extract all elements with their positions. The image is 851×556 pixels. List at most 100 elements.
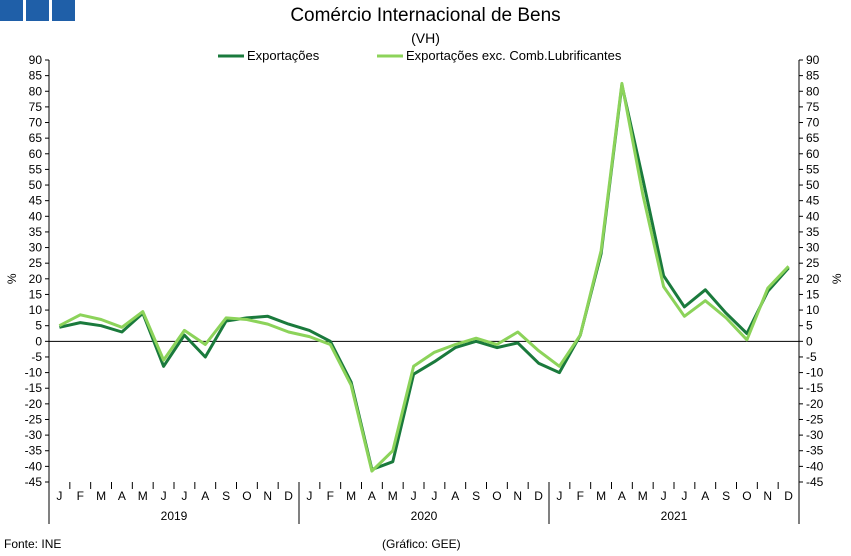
y-axis-label-left: % bbox=[5, 273, 19, 284]
chart-svg: 90 9085 8580 8075 7570 7065 6560 6055 5550 5045 45… bbox=[5, 48, 844, 524]
y-tick-label-right: 60 bbox=[806, 147, 820, 161]
y-tick-label-left: 90 bbox=[29, 53, 43, 67]
y-tick-label-left: 50 bbox=[29, 178, 43, 192]
y-tick-label-left: 75 bbox=[29, 100, 43, 114]
x-tick-label: M bbox=[96, 489, 106, 503]
y-tick-label-right: 85 bbox=[806, 69, 820, 83]
y-axis-label-right: % bbox=[830, 273, 844, 284]
y-tick-label-right: -40 bbox=[806, 459, 824, 473]
x-tick-label: A bbox=[201, 489, 209, 503]
x-tick-label: J bbox=[181, 489, 187, 503]
y-tick-label-right: -45 bbox=[806, 475, 824, 489]
y-tick-label-left: -5 bbox=[31, 350, 42, 364]
y-tick-label-left: 70 bbox=[29, 116, 43, 130]
year-label: 2019 bbox=[161, 509, 188, 523]
y-tick-label-right: 35 bbox=[806, 225, 820, 239]
y-tick-label-left: 40 bbox=[29, 209, 43, 223]
y-tick-label-left: -40 bbox=[25, 459, 43, 473]
y-tick-label-right: 90 bbox=[806, 53, 820, 67]
x-tick-label: S bbox=[722, 489, 730, 503]
x-tick-label: M bbox=[346, 489, 356, 503]
y-tick-label-left: 65 bbox=[29, 131, 43, 145]
x-tick-label: F bbox=[327, 489, 334, 503]
x-tick-label: J bbox=[306, 489, 312, 503]
y-tick-label-right: 20 bbox=[806, 272, 820, 286]
y-tick-label-left: 15 bbox=[29, 287, 43, 301]
y-tick-label-right: -20 bbox=[806, 397, 824, 411]
x-tick-label: O bbox=[492, 489, 501, 503]
y-tick-label-left: 25 bbox=[29, 256, 43, 270]
y-tick-label-right: 5 bbox=[806, 319, 813, 333]
x-tick-label: J bbox=[56, 489, 62, 503]
y-tick-label-right: 25 bbox=[806, 256, 820, 270]
credit-note: (Gráfico: GEE) bbox=[382, 537, 461, 551]
y-tick-label-right: 80 bbox=[806, 84, 820, 98]
y-tick-label-right: -10 bbox=[806, 366, 824, 380]
x-tick-label: N bbox=[263, 489, 272, 503]
y-tick-label-left: 85 bbox=[29, 69, 43, 83]
x-tick-label: A bbox=[368, 489, 376, 503]
x-tick-label: O bbox=[242, 489, 251, 503]
y-tick-label-right: -15 bbox=[806, 381, 824, 395]
x-tick-label: J bbox=[431, 489, 437, 503]
x-tick-label: M bbox=[138, 489, 148, 503]
y-tick-label-left: 80 bbox=[29, 84, 43, 98]
y-tick-label-right: 30 bbox=[806, 241, 820, 255]
x-tick-label: N bbox=[513, 489, 522, 503]
y-tick-label-left: 0 bbox=[35, 334, 42, 348]
y-tick-label-left: -20 bbox=[25, 397, 43, 411]
series-line bbox=[58, 81, 790, 473]
y-tick-label-left: 30 bbox=[29, 241, 43, 255]
y-tick-label-right: 70 bbox=[806, 116, 820, 130]
x-tick-label: S bbox=[472, 489, 480, 503]
legend-label: Exportações bbox=[247, 48, 320, 63]
x-tick-label: J bbox=[556, 489, 562, 503]
x-tick-label: J bbox=[661, 489, 667, 503]
y-tick-label-left: -15 bbox=[25, 381, 43, 395]
x-tick-label: A bbox=[618, 489, 626, 503]
y-tick-label-right: 10 bbox=[806, 303, 820, 317]
x-tick-label: M bbox=[596, 489, 606, 503]
x-tick-label: J bbox=[161, 489, 167, 503]
year-label: 2020 bbox=[411, 509, 438, 523]
x-tick-label: D bbox=[784, 489, 793, 503]
y-tick-label-right: -25 bbox=[806, 412, 824, 426]
y-tick-label-right: 0 bbox=[806, 334, 813, 348]
y-tick-label-left: 35 bbox=[29, 225, 43, 239]
y-tick-label-right: 65 bbox=[806, 131, 820, 145]
y-tick-label-left: 45 bbox=[29, 194, 43, 208]
y-tick-label-left: -35 bbox=[25, 444, 43, 458]
y-tick-label-right: 75 bbox=[806, 100, 820, 114]
y-tick-label-right: 15 bbox=[806, 287, 820, 301]
y-tick-label-right: -30 bbox=[806, 428, 824, 442]
x-tick-label: J bbox=[681, 489, 687, 503]
y-tick-label-left: -30 bbox=[25, 428, 43, 442]
x-tick-label: M bbox=[638, 489, 648, 503]
y-tick-label-left: -10 bbox=[25, 366, 43, 380]
x-tick-label: F bbox=[577, 489, 584, 503]
x-tick-label: S bbox=[222, 489, 230, 503]
x-tick-label: A bbox=[451, 489, 459, 503]
legend-label: Exportações exc. Comb.Lubrificantes bbox=[406, 48, 622, 63]
y-tick-label-right: -35 bbox=[806, 444, 824, 458]
source-note: Fonte: INE bbox=[4, 537, 62, 551]
x-tick-label: D bbox=[284, 489, 293, 503]
y-tick-label-right: 50 bbox=[806, 178, 820, 192]
x-tick-label: M bbox=[388, 489, 398, 503]
x-tick-label: A bbox=[118, 489, 126, 503]
axes-group: 90 9085 8580 8075 7570 7065 6560 6055 5550 5045 45… bbox=[5, 53, 844, 524]
y-tick-label-left: 10 bbox=[29, 303, 43, 317]
series-group bbox=[58, 81, 790, 473]
y-tick-label-right: 45 bbox=[806, 194, 820, 208]
x-tick-label: F bbox=[77, 489, 84, 503]
y-tick-label-right: 55 bbox=[806, 162, 820, 176]
y-tick-label-left: 5 bbox=[35, 319, 42, 333]
x-tick-label: O bbox=[742, 489, 751, 503]
y-tick-label-right: 40 bbox=[806, 209, 820, 223]
y-tick-label-right: -5 bbox=[806, 350, 817, 364]
y-tick-label-left: 60 bbox=[29, 147, 43, 161]
x-tick-label: J bbox=[411, 489, 417, 503]
x-tick-label: A bbox=[701, 489, 709, 503]
y-tick-label-left: 20 bbox=[29, 272, 43, 286]
x-tick-label: N bbox=[763, 489, 772, 503]
